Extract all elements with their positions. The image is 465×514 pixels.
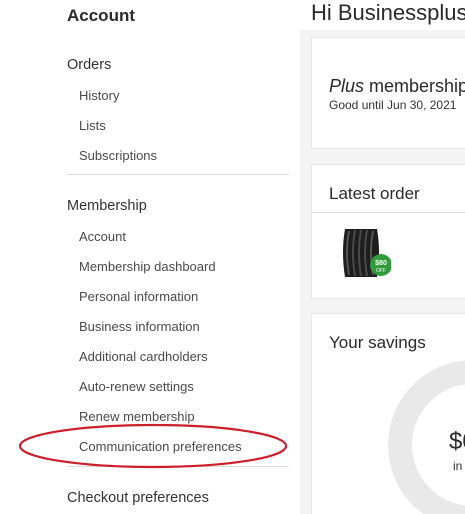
sidebar-item-business-information[interactable]: Business information: [79, 319, 200, 334]
membership-card: Plus membership Good until Jun 30, 2021: [311, 37, 465, 149]
latest-order-card: Latest order $80 OFF: [311, 164, 465, 299]
sidebar-item-subscriptions[interactable]: Subscriptions: [79, 148, 157, 163]
sidebar-item-additional-cardholders[interactable]: Additional cardholders: [79, 349, 208, 364]
sidebar-item-personal-information[interactable]: Personal information: [79, 289, 198, 304]
section-heading-checkout-preferences[interactable]: Checkout preferences: [67, 490, 209, 506]
latest-order-title: Latest order: [329, 184, 420, 203]
savings-title: Your savings: [329, 333, 426, 352]
membership-expiry: Good until Jun 30, 2021: [329, 98, 457, 112]
card-divider: [312, 212, 465, 213]
sidebar-title: Account: [67, 6, 135, 25]
discount-badge-off: OFF: [376, 268, 386, 274]
savings-subtext: in: [453, 459, 463, 473]
membership-label: membership: [364, 76, 465, 96]
sidebar-item-lists[interactable]: Lists: [79, 118, 106, 133]
savings-amount: $0: [449, 428, 465, 455]
discount-badge-amount: $80: [375, 260, 387, 267]
page: Account Orders History Lists Subscriptio…: [0, 0, 465, 514]
sidebar-item-membership-dashboard[interactable]: Membership dashboard: [79, 259, 216, 274]
sidebar-item-auto-renew-settings[interactable]: Auto-renew settings: [79, 379, 194, 394]
page-greeting: Hi Businessplus: [311, 0, 465, 25]
tire-product-icon[interactable]: $80 OFF: [337, 225, 391, 279]
plus-label: Plus: [329, 76, 365, 96]
sidebar-item-renew-membership[interactable]: Renew membership: [79, 409, 195, 424]
sidebar-item-history[interactable]: History: [79, 88, 119, 103]
section-heading-membership: Membership: [67, 198, 147, 214]
savings-card: Your savings $0 in: [311, 313, 465, 514]
sidebar-divider: [67, 466, 289, 467]
membership-type: Plus membership: [329, 76, 465, 97]
sidebar-item-communication-preferences[interactable]: Communication preferences: [79, 439, 242, 454]
section-heading-orders: Orders: [67, 57, 112, 73]
sidebar-item-account[interactable]: Account: [79, 229, 126, 244]
sidebar-divider: [67, 174, 289, 175]
